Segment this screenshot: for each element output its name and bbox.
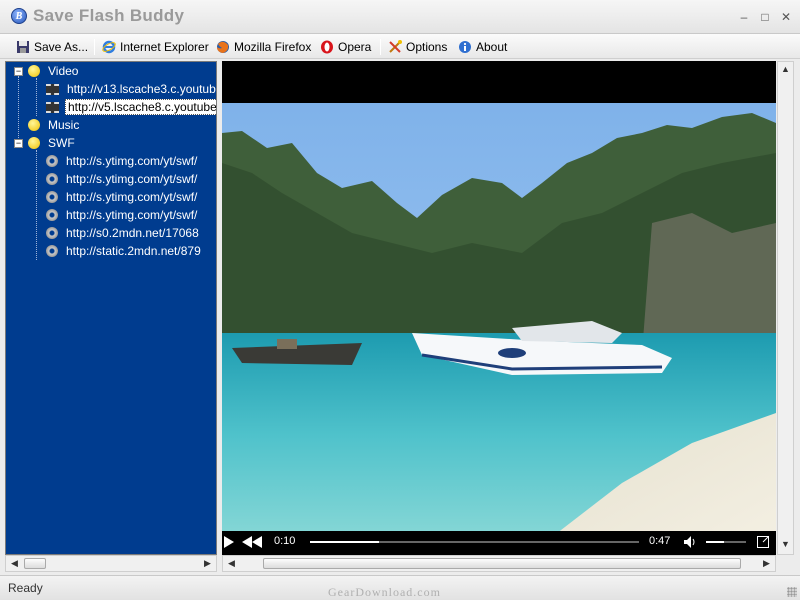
internet-explorer-button[interactable]: Internet Explorer [102,38,209,56]
tree-horizontal-scrollbar[interactable]: ◀ ▶ [5,555,217,572]
tree-node-swf[interactable]: SWF [28,134,77,152]
tree-node-video[interactable]: Video [28,62,80,80]
title-bar: B Save Flash Buddy – □ ✕ [0,0,800,34]
tree-item-video-2[interactable]: http://v5.lscache8.c.youtube [46,98,216,116]
scroll-left-button[interactable]: ◀ [224,557,239,570]
volume-icon[interactable] [684,536,697,548]
internet-explorer-icon [102,40,116,54]
tree-connector [18,76,19,144]
about-button[interactable]: About [458,38,507,56]
tools-icon [388,40,402,54]
player-horizontal-scrollbar[interactable]: ◀ ▶ [222,555,776,572]
maximize-button[interactable]: □ [758,10,772,24]
player-controls: 0:10 0:47 [222,531,776,553]
volume-slider[interactable] [706,541,746,543]
status-text: Ready [8,581,43,595]
tree-item-label: http://s.ytimg.com/yt/swf/ [66,172,198,186]
fullscreen-icon[interactable] [757,536,769,548]
minimize-button[interactable]: – [737,10,751,24]
about-label: About [476,40,508,54]
save-as-button[interactable]: Save As... [16,38,88,56]
tree-item-swf-5[interactable]: http://s0.2mdn.net/17068 [46,224,201,242]
tree-node-label: Music [48,118,80,132]
status-bar: Ready GearDownload.com [0,575,800,600]
scroll-thumb[interactable] [263,558,741,569]
tree-item-label: http://s.ytimg.com/yt/swf/ [66,208,198,222]
gear-icon [46,227,58,239]
folder-bullet-icon [28,65,40,77]
toolbar-separator [380,39,381,55]
options-button[interactable]: Options [388,38,447,56]
scroll-right-button[interactable]: ▶ [200,557,215,570]
media-tree[interactable]: − Video http://v13.lscache3.c.youtube ht… [5,61,217,555]
tree-item-label: http://s0.2mdn.net/17068 [66,226,199,240]
tree-item-swf-4[interactable]: http://s.ytimg.com/yt/swf/ [46,206,199,224]
opera-icon [320,40,334,54]
tree-connector [36,78,37,116]
scroll-thumb[interactable] [24,558,46,569]
scroll-left-button[interactable]: ◀ [7,557,22,570]
rewind-icon[interactable] [242,536,262,548]
toolbar-separator [94,39,95,55]
film-icon [46,101,59,113]
options-label: Options [406,40,448,54]
volume-level [706,541,724,543]
tree-item-label: http://v13.lscache3.c.youtube [67,82,217,96]
firefox-icon [216,40,230,54]
tree-node-label: SWF [48,136,75,150]
tree-item-label: http://s.ytimg.com/yt/swf/ [66,190,198,204]
save-as-label: Save As... [34,40,89,54]
tree-item-video-1[interactable]: http://v13.lscache3.c.youtube [46,80,217,98]
seek-progress [310,541,380,543]
close-button[interactable]: ✕ [779,10,793,24]
resize-grip-icon[interactable] [787,587,797,597]
gear-icon [46,209,58,221]
collapse-swf-button[interactable]: − [14,139,23,148]
watermark: GearDownload.com [328,585,441,599]
opera-label: Opera [338,40,372,54]
mozilla-firefox-button[interactable]: Mozilla Firefox [216,38,311,56]
tree-item-swf-6[interactable]: http://static.2mdn.net/879 [46,242,203,260]
video-player[interactable]: 0:10 0:47 [222,61,776,555]
collapse-video-button[interactable]: − [14,67,23,76]
tree-connector [36,150,37,260]
tree-node-music[interactable]: Music [28,116,81,134]
app-logo-icon: B [11,8,27,24]
scroll-right-button[interactable]: ▶ [759,557,774,570]
gear-icon [46,155,58,167]
tree-node-label: Video [48,64,79,78]
folder-bullet-icon [28,119,40,131]
tree-item-label: http://v5.lscache8.c.youtube [65,99,216,115]
tree-item-swf-3[interactable]: http://s.ytimg.com/yt/swf/ [46,188,199,206]
internet-explorer-label: Internet Explorer [120,40,209,54]
tree-item-swf-2[interactable]: http://s.ytimg.com/yt/swf/ [46,170,199,188]
gear-icon [46,173,58,185]
window-title: Save Flash Buddy [33,6,185,25]
gear-icon [46,191,58,203]
tree-item-label: http://static.2mdn.net/879 [66,244,201,258]
toolbar: Save As... Internet Explorer Mozilla Fir… [0,34,800,59]
scroll-down-button[interactable]: ▼ [778,538,793,551]
player-vertical-scrollbar[interactable]: ▲ ▼ [777,61,794,555]
info-icon [458,40,472,54]
folder-bullet-icon [28,137,40,149]
current-time: 0:10 [274,535,296,547]
film-icon [46,83,59,95]
seek-bar[interactable] [310,541,639,543]
play-icon[interactable] [224,536,234,548]
video-frame [222,103,776,537]
gear-icon [46,245,58,257]
tree-item-swf-1[interactable]: http://s.ytimg.com/yt/swf/ [46,152,199,170]
mozilla-firefox-label: Mozilla Firefox [234,40,312,54]
scroll-up-button[interactable]: ▲ [778,63,793,76]
tree-item-label: http://s.ytimg.com/yt/swf/ [66,154,198,168]
floppy-disk-icon [16,40,30,54]
duration: 0:47 [649,535,671,547]
opera-button[interactable]: Opera [320,38,371,56]
